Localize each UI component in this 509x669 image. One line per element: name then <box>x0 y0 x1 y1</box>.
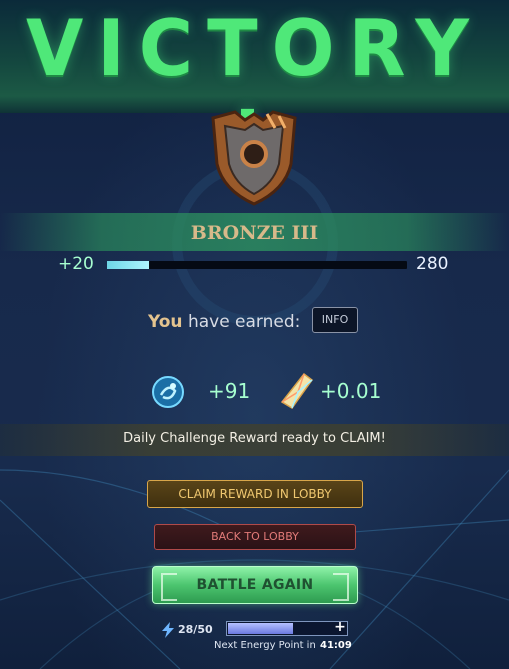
energy-fill <box>228 623 294 634</box>
bronze-shield-icon <box>211 110 297 206</box>
earned-text: have earned: <box>187 312 301 332</box>
battle-again-button[interactable]: BATTLE AGAIN <box>152 566 358 604</box>
points-gained: +20 <box>58 254 94 274</box>
crystal-reward-value: +0.01 <box>320 379 382 403</box>
bracket-left-icon <box>161 573 177 601</box>
rank-name: BRONZE III <box>190 222 319 244</box>
orb-reward-value: +91 <box>208 379 251 403</box>
rank-progress-bar <box>107 261 407 269</box>
next-energy-timer: 41:09 <box>320 640 352 651</box>
add-energy-button[interactable]: + <box>332 620 348 636</box>
battle-again-label: BATTLE AGAIN <box>196 577 314 593</box>
daily-challenge-text: Daily Challenge Reward ready to CLAIM! <box>123 431 386 446</box>
earned-prefix: You <box>148 312 183 332</box>
info-button[interactable]: INFO <box>312 307 358 333</box>
rank-progress-fill <box>107 261 149 269</box>
victory-screen: VICTORY ! BRONZE III +20 280 You have ea… <box>0 0 509 669</box>
earned-label: You have earned: <box>148 312 300 332</box>
points-target: 280 <box>416 254 449 274</box>
lightning-icon <box>162 622 174 638</box>
claim-reward-button[interactable]: CLAIM REWARD IN LOBBY <box>147 480 363 508</box>
energy-bar <box>226 621 348 636</box>
energy-count: 28/50 <box>178 623 213 636</box>
blue-orb-icon <box>152 376 184 408</box>
next-energy-label: Next Energy Point in <box>214 640 316 651</box>
crystal-shard-icon <box>280 372 314 409</box>
bracket-right-icon <box>333 573 349 601</box>
back-to-lobby-button[interactable]: BACK TO LOBBY <box>154 524 356 550</box>
